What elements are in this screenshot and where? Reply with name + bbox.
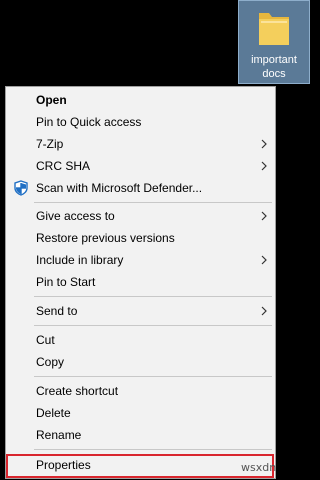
chevron-right-icon <box>261 211 267 221</box>
chevron-right-icon <box>261 306 267 316</box>
menu-separator <box>34 202 272 203</box>
menu-item-pin-to-quick-access[interactable]: Pin to Quick access <box>8 111 273 133</box>
menu-item-give-access-to[interactable]: Give access to <box>8 205 273 227</box>
watermark: wsxdn <box>241 461 277 474</box>
menu-item-7zip[interactable]: 7-Zip <box>8 133 273 155</box>
menu-item-label: Restore previous versions <box>36 231 175 245</box>
menu-item-label: Cut <box>36 333 55 347</box>
desktop-file-important-docs[interactable]: important docs <box>238 0 310 84</box>
menu-separator <box>34 449 272 450</box>
chevron-right-icon <box>261 255 267 265</box>
menu-item-label: CRC SHA <box>36 159 91 173</box>
menu-item-open[interactable]: Open <box>8 89 273 111</box>
menu-item-pin-to-start[interactable]: Pin to Start <box>8 271 273 293</box>
folder-icon <box>259 13 289 45</box>
menu-item-cut[interactable]: Cut <box>8 329 273 351</box>
menu-separator <box>34 376 272 377</box>
menu-item-label: Give access to <box>36 209 115 223</box>
menu-item-label: Scan with Microsoft Defender... <box>36 181 203 195</box>
menu-item-label: Create shortcut <box>36 384 119 398</box>
menu-item-create-shortcut[interactable]: Create shortcut <box>8 380 273 402</box>
menu-item-label: Pin to Quick access <box>36 115 142 129</box>
menu-item-label: 7-Zip <box>36 137 64 151</box>
menu-item-label: Copy <box>36 355 65 369</box>
chevron-right-icon <box>261 139 267 149</box>
file-name-label: important docs <box>251 54 297 80</box>
menu-item-label: Send to <box>36 304 78 318</box>
menu-item-label: Rename <box>36 428 82 442</box>
menu-item-delete[interactable]: Delete <box>8 402 273 424</box>
defender-shield-icon <box>14 180 28 196</box>
menu-item-label: Open <box>36 93 67 107</box>
menu-item-crc-sha[interactable]: CRC SHA <box>8 155 273 177</box>
menu-separator <box>34 325 272 326</box>
menu-separator <box>34 296 272 297</box>
menu-item-include-in-library[interactable]: Include in library <box>8 249 273 271</box>
menu-item-label: Pin to Start <box>36 275 96 289</box>
menu-item-label: Include in library <box>36 253 124 267</box>
properties-highlight-box <box>6 454 274 478</box>
menu-item-label: Delete <box>36 406 71 420</box>
menu-item-rename[interactable]: Rename <box>8 424 273 446</box>
desktop: important docs Open Pin to Quick access … <box>0 0 314 480</box>
menu-item-scan-defender[interactable]: Scan with Microsoft Defender... <box>8 177 273 199</box>
menu-item-restore-previous-versions[interactable]: Restore previous versions <box>8 227 273 249</box>
menu-item-send-to[interactable]: Send to <box>8 300 273 322</box>
chevron-right-icon <box>261 161 267 171</box>
context-menu: Open Pin to Quick access 7-Zip CRC SHA S… <box>5 86 276 479</box>
menu-item-copy[interactable]: Copy <box>8 351 273 373</box>
